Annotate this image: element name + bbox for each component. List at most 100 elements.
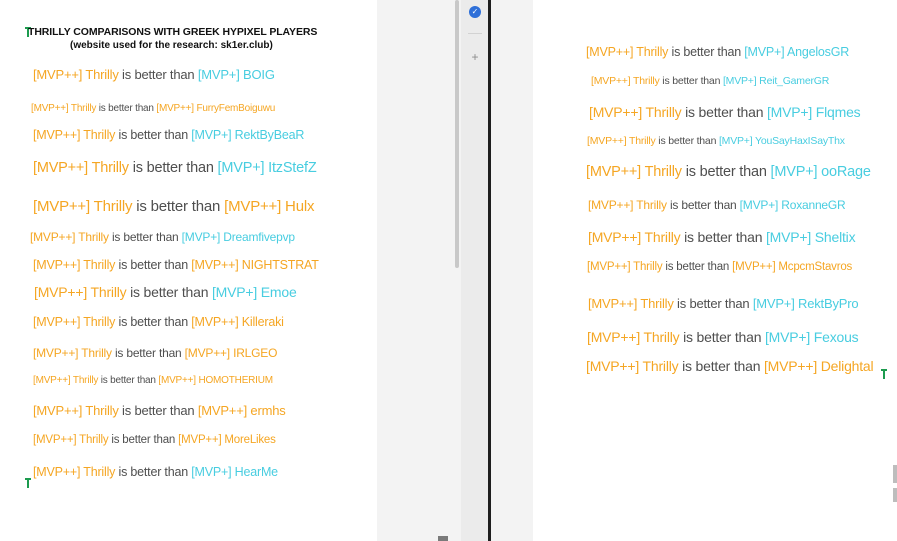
opponent-rank-tag: [MVP+] (211, 284, 258, 300)
player-name: Thrilly (75, 230, 109, 244)
player-rank-tag: [MVP++] (589, 104, 643, 120)
right-edge-marker (893, 488, 897, 502)
comparison-line: [MVP++] Thrilly is better than [MVP+] Re… (588, 296, 859, 311)
player-rank-tag: [MVP++] (587, 261, 631, 273)
opponent-name: Killeraki (238, 315, 284, 329)
opponent-rank-tag: [MVP+] (181, 230, 221, 244)
player-rank-tag: [MVP++] (30, 230, 76, 244)
player-rank-tag: [MVP++] (33, 434, 77, 446)
opponent-rank-tag: [MVP+] (191, 465, 232, 479)
comparison-phrase: is better than (108, 230, 182, 244)
comparison-phrase: is better than (126, 284, 212, 300)
opponent-rank-tag: [MVP++] (191, 258, 239, 272)
comparison-phrase: is better than (96, 103, 157, 114)
player-rank-tag: [MVP++] (33, 160, 89, 176)
player-name: Thrilly (78, 346, 112, 360)
player-rank-tag: [MVP++] (33, 403, 83, 418)
opponent-name: Hulx (281, 198, 315, 215)
opponent-name: RektByPro (794, 296, 859, 311)
comparison-phrase: is better than (673, 296, 753, 311)
comparison-phrase: is better than (659, 75, 723, 87)
opponent-rank-tag: [MVP++] (191, 315, 239, 329)
check-circle-icon[interactable]: ✓ (469, 6, 481, 18)
opponent-rank-tag: [MVP+] (744, 45, 785, 59)
comparison-phrase: is better than (111, 346, 185, 360)
opponent-name: HearMe (231, 465, 278, 479)
comparison-phrase: is better than (132, 198, 225, 215)
comparison-line: [MVP++] Thrilly is better than [MVP+] oo… (586, 164, 871, 180)
comparison-phrase: is better than (115, 315, 192, 329)
opponent-rank-tag: [MVP++] (184, 346, 230, 360)
comparison-phrase: is better than (680, 229, 766, 245)
player-name: Thrilly (626, 135, 656, 147)
opponent-name: Delightal (817, 358, 874, 374)
player-name: Thrilly (68, 103, 97, 114)
comparison-phrase: is better than (115, 258, 192, 272)
player-rank-tag: [MVP++] (588, 198, 634, 212)
plus-icon[interactable]: + (469, 50, 481, 64)
comparison-phrase: is better than (662, 261, 733, 273)
opponent-name: Reit_GamerGR (756, 75, 830, 87)
comparison-line: [MVP++] Thrilly is better than [MVP+] Fl… (589, 104, 861, 120)
opponent-name: BOIG (239, 67, 275, 82)
opponent-name: Emoe (257, 284, 297, 300)
comparison-line: [MVP++] Thrilly is better than [MVP++] N… (33, 258, 319, 272)
player-rank-tag: [MVP++] (591, 75, 631, 87)
player-rank-tag: [MVP++] (33, 258, 81, 272)
comparison-phrase: is better than (678, 358, 764, 374)
player-rank-tag: [MVP++] (33, 315, 81, 329)
player-rank-tag: [MVP++] (586, 358, 640, 374)
player-name: Thrilly (80, 315, 116, 329)
player-name: Thrilly (89, 198, 133, 215)
comparison-line: [MVP++] Thrilly is better than [MVP+] BO… (33, 67, 275, 82)
player-name: Thrilly (642, 104, 682, 120)
player-rank-tag: [MVP++] (586, 45, 634, 59)
comparison-phrase: is better than (118, 67, 198, 82)
comparison-line: [MVP++] Thrilly is better than [MVP+] An… (586, 45, 849, 59)
scroll-corner-handle[interactable] (438, 536, 448, 541)
player-name: Thrilly (637, 296, 674, 311)
opponent-rank-tag: [MVP+] (770, 164, 818, 180)
player-rank-tag: [MVP++] (33, 128, 81, 142)
player-rank-tag: [MVP++] (586, 164, 642, 180)
opponent-name: Fexous (810, 329, 859, 345)
opponent-name: FurryFemBoiguwu (193, 103, 276, 114)
comparison-line: [MVP++] Thrilly is better than [MVP+] Sh… (588, 229, 856, 245)
opponent-rank-tag: [MVP+] (191, 128, 232, 142)
player-rank-tag: [MVP++] (33, 465, 81, 479)
player-name: Thrilly (82, 67, 119, 82)
player-rank-tag: [MVP++] (588, 229, 642, 245)
opponent-name: ItzStefZ (264, 160, 317, 176)
left-scrollbar-thumb[interactable] (455, 0, 459, 268)
comparison-line: [MVP++] Thrilly is better than [MVP++] M… (587, 261, 852, 273)
player-rank-tag: [MVP++] (588, 296, 638, 311)
opponent-name: HOMOTHERIUM (195, 375, 273, 386)
comparison-line: [MVP++] Thrilly is better than [MVP++] D… (586, 358, 874, 374)
opponent-name: Flqmes (812, 104, 861, 120)
document-title: THRILLY COMPARISONS WITH GREEK HYPIXEL P… (28, 26, 318, 38)
player-name: Thrilly (640, 329, 680, 345)
player-rank-tag: [MVP++] (587, 329, 641, 345)
player-name: Thrilly (639, 358, 679, 374)
comparison-phrase: is better than (115, 128, 192, 142)
comparison-line: [MVP++] Thrilly is better than [MVP++] M… (33, 434, 276, 446)
document-subtitle: (website used for the research: sk1er.cl… (70, 40, 273, 51)
player-name: Thrilly (633, 198, 667, 212)
text-cursor-marker (881, 369, 887, 379)
player-rank-tag: [MVP++] (33, 198, 90, 215)
player-rank-tag: [MVP++] (33, 375, 71, 386)
player-rank-tag: [MVP++] (587, 135, 627, 147)
player-name: Thrilly (80, 465, 116, 479)
workspace-background (377, 0, 461, 541)
opponent-rank-tag: [MVP+] (217, 160, 265, 176)
comparison-phrase: is better than (668, 45, 745, 59)
comparison-line: [MVP++] Thrilly is better than [MVP+] He… (33, 465, 278, 479)
player-name: Thrilly (633, 45, 669, 59)
opponent-rank-tag: [MVP++] (158, 375, 196, 386)
opponent-rank-tag: [MVP+] (752, 296, 795, 311)
player-name: Thrilly (630, 75, 660, 87)
comparison-phrase: is better than (679, 329, 765, 345)
comparison-phrase: is better than (108, 434, 179, 446)
opponent-name: Dreamfivepvp (220, 230, 295, 244)
player-name: Thrilly (88, 160, 129, 176)
